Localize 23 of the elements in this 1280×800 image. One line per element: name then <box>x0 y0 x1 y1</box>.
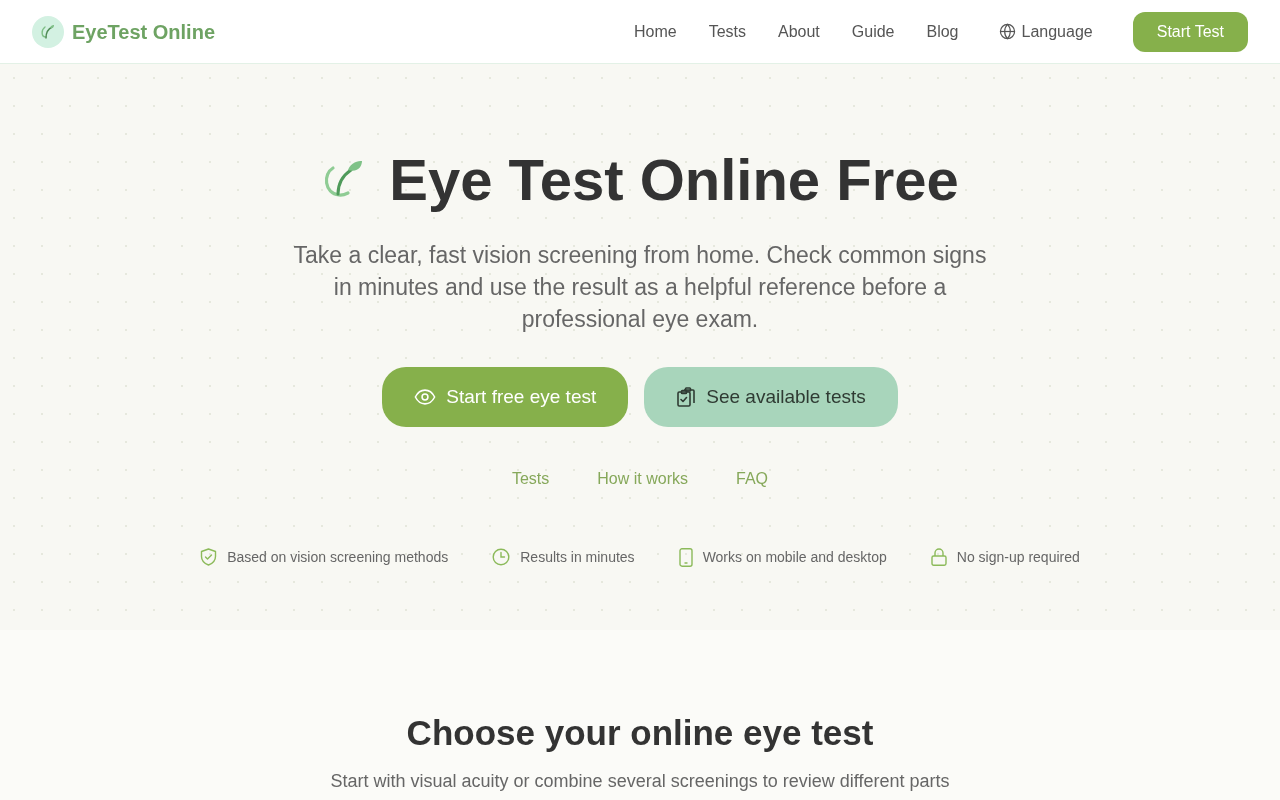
nav-link[interactable]: Tests <box>708 19 746 44</box>
feature-label: Results in minutes <box>520 548 635 567</box>
clipboard-check-icon <box>676 386 697 408</box>
see-tests-button[interactable]: See available tests <box>644 367 898 427</box>
logo-icon <box>32 15 64 48</box>
nav-link[interactable]: Guide <box>851 19 895 44</box>
nav-link[interactable]: About <box>777 19 820 44</box>
hero-title: Eye Test Online Free <box>389 146 959 214</box>
section-intro: Start with visual acuity or combine several screenings to review different parts <box>330 770 950 793</box>
feature-label: Works on mobile and desktop <box>702 548 887 567</box>
section-heading: Choose your online eye test <box>406 712 874 754</box>
lock-icon <box>930 548 947 566</box>
hero-subtitle: Take a clear, fast vision screening from home. Check common signs in minutes and use the result as a helpful reference before a professional eye exam. <box>292 241 988 334</box>
smartphone-icon <box>678 547 693 567</box>
feature-label: No sign-up required <box>956 548 1080 567</box>
clock-icon <box>492 548 511 566</box>
nav-link[interactable]: Blog <box>926 19 959 44</box>
language-menu[interactable]: Language <box>998 19 1093 44</box>
eye-icon <box>414 386 437 408</box>
globe-icon <box>998 23 1016 40</box>
nav-link[interactable]: Home <box>633 19 677 44</box>
feature-label: Based on vision screening methods <box>227 548 449 567</box>
shield-check-icon <box>200 548 218 566</box>
